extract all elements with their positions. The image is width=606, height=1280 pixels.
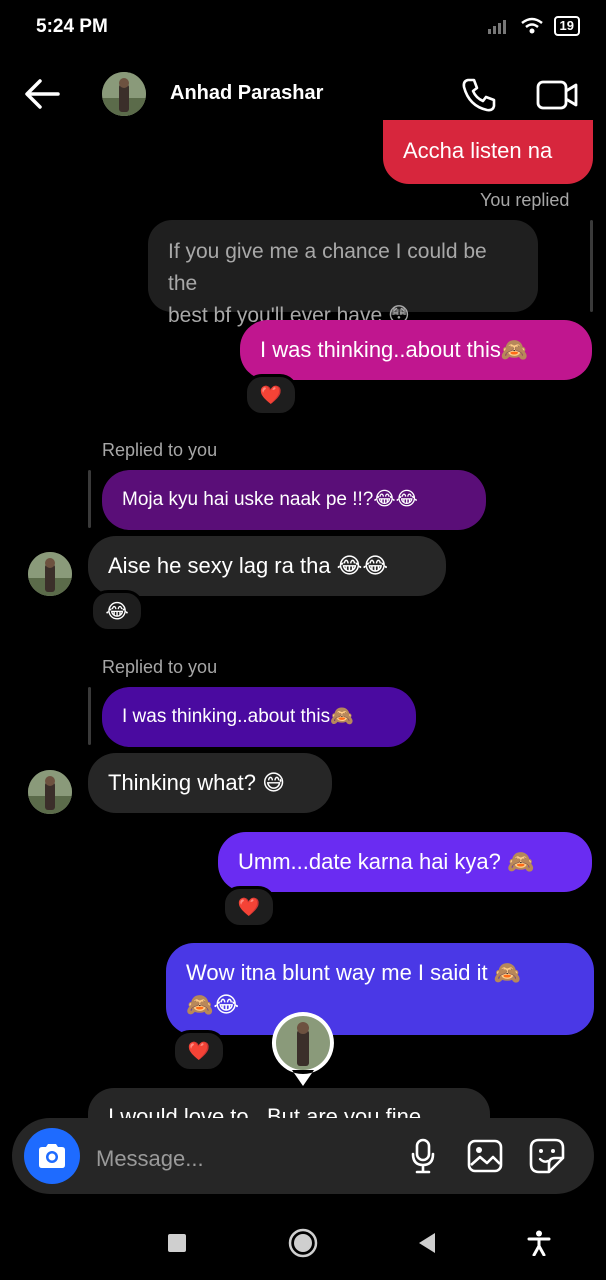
message-text: 🙈😂 bbox=[186, 992, 240, 1017]
microphone-button[interactable] bbox=[404, 1136, 442, 1176]
reply-indicator-bar bbox=[88, 470, 91, 528]
message-text: Moja kyu hai uske naak pe !!?😂😂 bbox=[122, 489, 418, 510]
contact-name[interactable]: Anhad Parashar bbox=[170, 82, 323, 105]
contact-avatar[interactable] bbox=[102, 72, 146, 116]
avatar-image-icon bbox=[28, 552, 72, 596]
message-text: I was thinking..about this🙈 bbox=[122, 706, 354, 727]
wifi-icon bbox=[520, 17, 543, 34]
message-bubble-outgoing[interactable]: Umm...date karna hai kya? 🙈 bbox=[218, 832, 592, 892]
camera-button[interactable] bbox=[24, 1128, 80, 1184]
accessibility-icon bbox=[527, 1230, 551, 1256]
message-text: I was thinking..about this🙈 bbox=[260, 337, 529, 362]
battery-icon: 19 bbox=[553, 16, 580, 36]
phone-icon[interactable] bbox=[460, 76, 498, 114]
message-bubble-outgoing[interactable]: I was thinking..about this🙈 bbox=[240, 320, 592, 380]
home-circle-icon bbox=[288, 1228, 318, 1258]
signal-icon bbox=[487, 20, 506, 34]
replied-to-you-label: Replied to you bbox=[102, 657, 218, 677]
gallery-button[interactable] bbox=[466, 1136, 504, 1176]
reply-quote-bubble[interactable]: Moja kyu hai uske naak pe !!?😂😂 bbox=[102, 470, 486, 530]
message-text: Wow itna blunt way me I said it 🙈 bbox=[186, 960, 522, 985]
message-text: Aise he sexy lag ra tha 😂😂 bbox=[108, 553, 389, 578]
sticker-button[interactable] bbox=[528, 1136, 566, 1176]
status-time: 5:24 PM bbox=[36, 16, 108, 37]
message-input[interactable] bbox=[94, 1138, 398, 1180]
home-button[interactable] bbox=[288, 1228, 318, 1258]
microphone-icon bbox=[411, 1138, 435, 1174]
laugh-reaction[interactable]: 😂 bbox=[90, 590, 144, 632]
sticker-icon bbox=[529, 1138, 565, 1174]
camera-icon bbox=[39, 1144, 65, 1168]
message-bubble-incoming[interactable]: Aise he sexy lag ra tha 😂😂 bbox=[88, 536, 446, 596]
reply-indicator-bar bbox=[88, 687, 91, 745]
image-icon bbox=[467, 1139, 503, 1173]
contact-avatar-small[interactable] bbox=[28, 770, 72, 814]
quoted-message[interactable]: If you give me a chance I could be the b… bbox=[148, 220, 538, 327]
status-icons: 19 bbox=[487, 16, 580, 36]
reply-indicator-bar bbox=[590, 220, 593, 312]
avatar-image-icon bbox=[102, 72, 146, 116]
accessibility-button[interactable] bbox=[524, 1228, 554, 1258]
triangle-back-icon bbox=[419, 1233, 435, 1253]
quoted-text-line: If you give me a chance I could be the bbox=[168, 240, 487, 295]
video-call-icon[interactable] bbox=[536, 78, 578, 112]
seen-avatar-marker bbox=[271, 1012, 334, 1086]
message-text: Thinking what? 😅 bbox=[108, 770, 286, 795]
back-button[interactable] bbox=[412, 1228, 442, 1258]
avatar-image-icon bbox=[28, 770, 72, 814]
heart-reaction[interactable]: ❤️ bbox=[172, 1030, 226, 1072]
replied-to-you-label: Replied to you bbox=[102, 440, 218, 460]
message-text: Accha listen na bbox=[403, 138, 553, 163]
square-icon bbox=[168, 1234, 186, 1252]
you-replied-label: You replied bbox=[480, 190, 570, 210]
back-arrow-icon[interactable] bbox=[22, 76, 62, 112]
message-bubble-incoming[interactable]: Thinking what? 😅 bbox=[88, 753, 332, 813]
contact-avatar-small[interactable] bbox=[28, 552, 72, 596]
message-bubble-outgoing[interactable]: Wow itna blunt way me I said it 🙈 🙈😂 bbox=[166, 943, 594, 1035]
message-text: Umm...date karna hai kya? 🙈 bbox=[238, 849, 535, 874]
recents-button[interactable] bbox=[162, 1228, 192, 1258]
heart-reaction[interactable]: ❤️ bbox=[244, 374, 298, 416]
reply-quote-bubble[interactable]: I was thinking..about this🙈 bbox=[102, 687, 416, 747]
message-bubble-outgoing[interactable]: Accha listen na bbox=[383, 120, 593, 184]
heart-reaction[interactable]: ❤️ bbox=[222, 886, 276, 928]
